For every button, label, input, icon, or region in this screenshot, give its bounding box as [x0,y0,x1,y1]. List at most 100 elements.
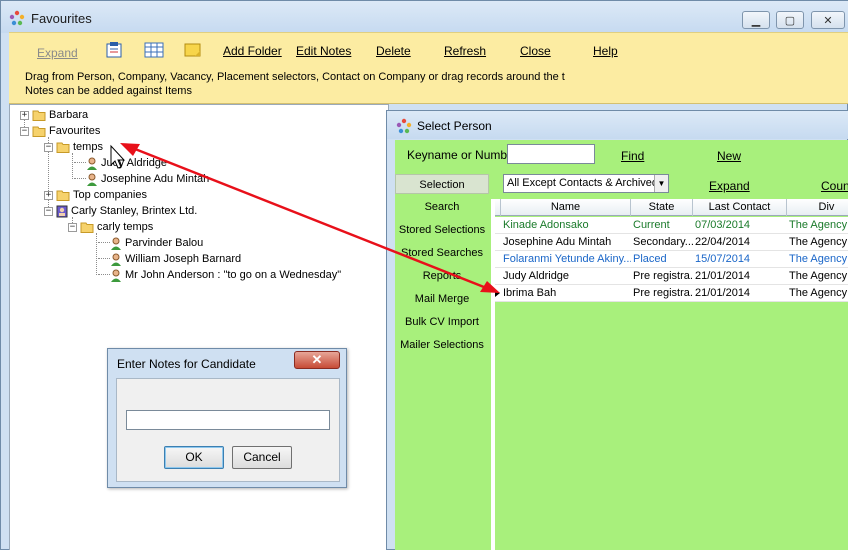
filter-dropdown[interactable]: All Except Contacts & Archived ▼ [503,174,669,193]
current-row-indicator-icon [495,289,500,297]
side-item-mailer-selections[interactable]: Mailer Selections [395,335,489,355]
cell-div: The Agency [789,287,848,299]
column-header-div[interactable]: Div [787,199,848,216]
table-row[interactable]: Folaranmi Yetunde Akiny... Placed 15/07/20… [495,251,848,268]
tree-item-parvinder-balou[interactable]: Parvinder Balou [110,235,203,251]
collapse-toggle[interactable]: − [44,142,53,152]
table-row[interactable]: Josephine Adu Mintah Secondary... 22/04/20… [495,234,848,251]
edit-notes-link[interactable]: Edit Notes [296,44,351,58]
tree-label: William Joseph Barnard [125,253,242,265]
cell-last-contact: 15/07/2014 [695,253,751,265]
delete-link[interactable]: Delete [376,44,411,58]
maximize-button[interactable]: ▢ [776,11,804,29]
note-icon[interactable] [183,42,203,58]
add-folder-link[interactable]: Add Folder [223,44,282,58]
clipboard-icon[interactable] [104,42,124,58]
column-header-state[interactable]: State [631,199,693,216]
side-item-reports[interactable]: Reports [395,266,489,286]
tree-item-carly-temps[interactable]: − carly temps [68,219,153,235]
collapse-toggle[interactable]: − [20,126,29,136]
column-header-name[interactable]: Name [501,199,631,216]
tree-item-judy-aldridge[interactable]: Judy Aldridge [86,155,167,171]
dialog-close-button[interactable]: ✕ [294,351,340,369]
side-item-bulk-cv-import[interactable]: Bulk CV Import [395,312,489,332]
cell-name: Judy Aldridge [503,270,570,282]
count-link[interactable]: Count [821,179,848,193]
enter-notes-dialog: Enter Notes for Candidate ✕ OK Cancel [107,348,347,488]
tree-label: Favourites [49,125,101,137]
folder-icon [32,126,46,137]
table-row[interactable]: Judy Aldridge Pre registra... 21/01/2014 Th… [495,268,848,285]
dialog-body: OK Cancel [116,378,340,482]
find-link[interactable]: Find [621,149,644,163]
tree-label: Parvinder Balou [125,237,204,249]
results-grid: Name State Last Contact Div Kinade Adons… [491,199,848,550]
cell-state: Pre registra... [633,287,693,299]
chevron-down-icon[interactable]: ▼ [654,175,668,192]
close-link[interactable]: Close [520,44,551,58]
tree-label: Top companies [73,189,147,201]
person-icon [111,253,121,266]
cancel-button[interactable]: Cancel [232,446,292,469]
tree-item-barbara[interactable]: + Barbara [20,107,88,123]
new-link[interactable]: New [717,149,741,163]
tree-item-temps[interactable]: − temps [44,139,103,155]
tree-label: Judy Aldridge [101,157,168,169]
select-person-title-bar[interactable]: Select Person [387,111,848,139]
tree-item-josephine-adu-mintah[interactable]: Josephine Adu Mintah [86,171,209,187]
tree-label: Mr John Anderson : "to go on a Wednesday… [125,269,342,281]
ok-button[interactable]: OK [164,446,224,469]
tree-item-favourites[interactable]: − Favourites [20,123,100,139]
title-bar[interactable]: Favourites ▁ ▢ ✕ [1,1,848,33]
side-menu: Selection Search Stored Selections Store… [395,172,491,550]
expand-link[interactable]: Expand [37,46,78,60]
expand-toggle[interactable]: + [44,190,53,200]
cell-div: The Agency [789,219,848,231]
cell-div: The Agency [789,253,848,265]
close-window-button[interactable]: ✕ [811,11,845,29]
window-title: Favourites [31,11,92,26]
person-icon [111,269,121,282]
column-header-last-contact[interactable]: Last Contact [693,199,787,216]
side-item-selection[interactable]: Selection [395,174,489,194]
collapse-toggle[interactable]: − [44,206,53,216]
side-item-stored-searches[interactable]: Stored Searches [395,243,489,263]
collapse-toggle[interactable]: − [68,222,77,232]
folder-icon [56,190,70,201]
contact-icon [56,205,68,217]
keyname-input[interactable] [507,144,595,164]
cell-last-contact: 21/01/2014 [695,270,751,282]
cell-state: Placed [633,253,667,265]
expand-toggle[interactable]: + [20,110,29,120]
tree-label: carly temps [97,221,154,233]
select-person-title: Select Person [417,119,492,133]
cell-last-contact: 07/03/2014 [695,219,751,231]
notes-input[interactable] [126,410,330,430]
cell-div: The Agency [789,236,848,248]
side-item-search[interactable]: Search [395,197,489,217]
refresh-link[interactable]: Refresh [444,44,486,58]
tree-item-top-companies[interactable]: + Top companies [44,187,147,203]
tree-item-carly-stanley[interactable]: − Carly Stanley, Brintex Ltd. [44,203,197,219]
help-link[interactable]: Help [593,44,618,58]
side-item-mail-merge[interactable]: Mail Merge [395,289,489,309]
cell-div: The Agency [789,270,848,282]
toolbar: Expand Add Folder Edit Notes Delete Refr… [9,32,848,104]
cell-last-contact: 21/01/2014 [695,287,751,299]
expand-results-link[interactable]: Expand [709,179,750,193]
grid-icon[interactable] [144,42,164,58]
table-row[interactable]: Ibrima Bah Pre registra... 21/01/2014 The A… [495,285,848,302]
folder-icon [80,222,94,233]
table-row[interactable]: Kinade Adonsako Current 07/03/2014 The Agen… [495,217,848,234]
dialog-title: Enter Notes for Candidate [117,357,256,371]
minimize-button[interactable]: ▁ [742,11,770,29]
person-icon [87,157,97,170]
app-logo-icon [9,10,25,26]
cell-state: Secondary... [633,236,693,248]
tree-label: Carly Stanley, Brintex Ltd. [71,205,198,217]
cell-state: Current [633,219,670,231]
tree-item-william-joseph-barnard[interactable]: William Joseph Barnard [110,251,241,267]
tree-item-john-anderson[interactable]: Mr John Anderson : "to go on a Wednesday… [110,267,341,283]
keyname-label: Keyname or Number [407,148,518,162]
side-item-stored-selections[interactable]: Stored Selections [395,220,489,240]
